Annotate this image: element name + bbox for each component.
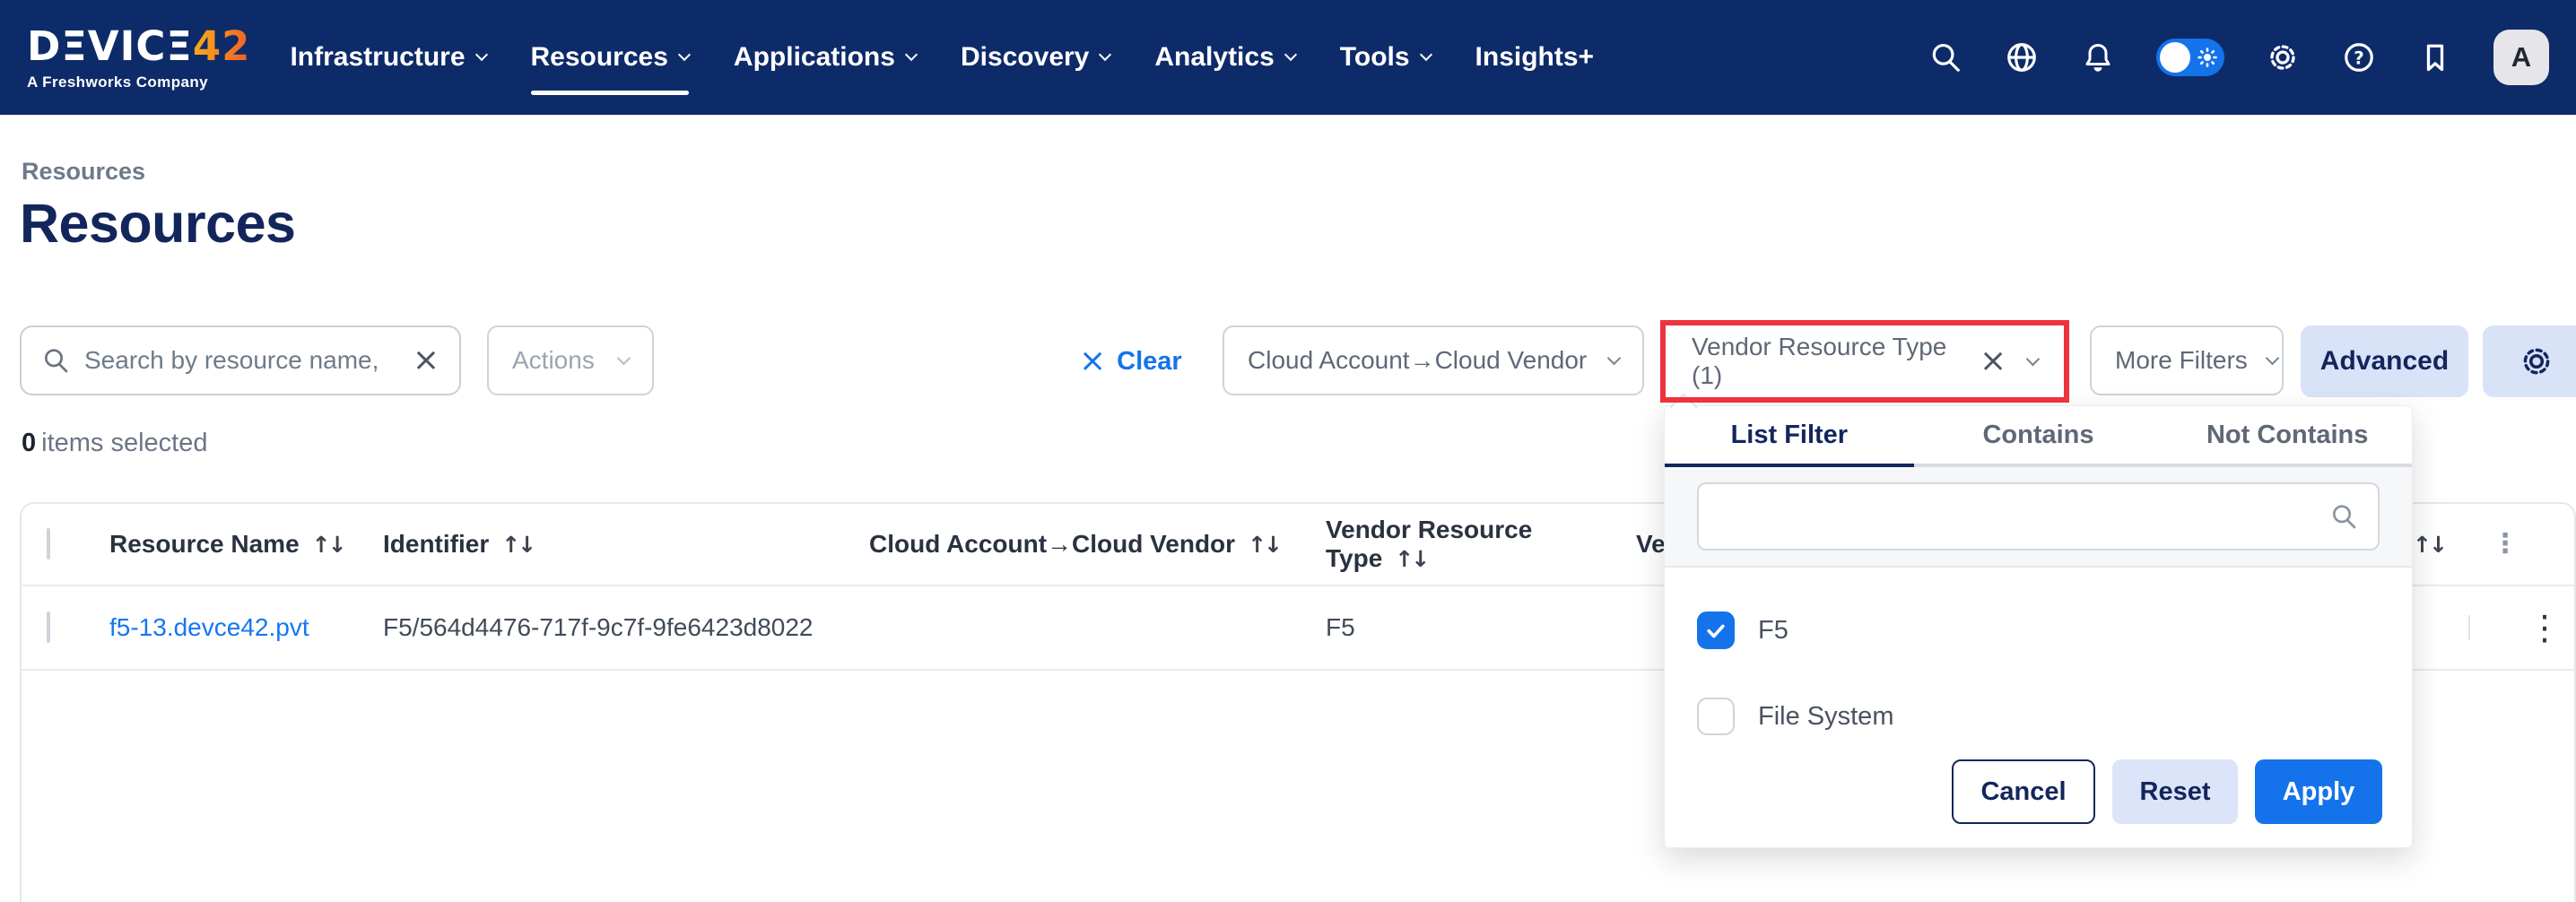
chevron-down-icon [1099, 48, 1111, 60]
sun-icon [2197, 47, 2218, 68]
col-cloud-account-cloud-vendor: Cloud Account→Cloud Vendor [869, 530, 1235, 558]
chevron-down-icon [474, 48, 487, 60]
col-identifier: Identifier [383, 530, 489, 558]
logo-accent-42: 42 [193, 22, 251, 70]
nav-utilities: ? A [1928, 30, 2549, 85]
filter-vendor-resource-type[interactable]: Vendor Resource Type (1) × [1668, 329, 2061, 394]
search-icon [41, 346, 70, 375]
panel-tabs: List Filter Contains Not Contains [1665, 406, 2412, 464]
sort-icon[interactable]: ↑↓ [312, 532, 344, 558]
select-all-checkbox[interactable] [47, 528, 50, 559]
clear-filters-link[interactable]: × Clear [1079, 325, 1182, 397]
logo-text: DΞVICΞ [27, 22, 193, 70]
col-vendor-resource-type: Vendor Resource Type [1326, 516, 1532, 572]
row-checkbox[interactable] [47, 611, 50, 643]
bell-icon[interactable] [2080, 39, 2116, 75]
resource-name-link[interactable]: f5-13.devce42.pvt [109, 613, 309, 641]
nav-item-resources[interactable]: Resources [531, 0, 689, 115]
check-icon [1704, 619, 1727, 642]
filter-option-f5[interactable]: F5 [1697, 587, 2380, 673]
nav-item-discovery[interactable]: Discovery [961, 0, 1110, 115]
apply-button[interactable]: Apply [2255, 759, 2382, 824]
table-settings-button[interactable] [2483, 325, 2576, 397]
search-icon [2329, 502, 2358, 531]
chevron-down-icon [678, 48, 691, 60]
selected-count: 0 [22, 429, 36, 457]
tab-contains[interactable]: Contains [1914, 406, 2163, 464]
advanced-button[interactable]: Advanced [2301, 325, 2468, 397]
sort-icon[interactable]: ↑↓ [1395, 546, 1427, 572]
theme-toggle[interactable] [2156, 39, 2224, 76]
chevron-down-icon [1284, 48, 1297, 60]
breadcrumb[interactable]: Resources [22, 158, 145, 186]
main-content: Resources Resources × Actions × Clear Cl… [0, 115, 2576, 902]
remove-filter-icon[interactable]: × [1980, 345, 2006, 377]
avatar[interactable]: A [2493, 30, 2549, 85]
sort-icon[interactable]: ↑↓ [2413, 532, 2445, 558]
vendor-resource-type-filter-panel: List Filter Contains Not Contains F5 Fil… [1664, 405, 2413, 848]
panel-footer: Cancel Reset Apply [1665, 759, 2412, 847]
device42-logo[interactable]: DΞVICΞ42 A Freshworks Company [27, 26, 250, 90]
bookmark-icon[interactable] [2417, 39, 2453, 75]
actions-dropdown[interactable]: Actions [487, 325, 654, 395]
tab-not-contains[interactable]: Not Contains [2163, 406, 2412, 464]
resource-search-box: × [20, 325, 461, 395]
col-resource-name: Resource Name [109, 530, 300, 558]
top-nav: DΞVICΞ42 A Freshworks Company Infrastruc… [0, 0, 2576, 115]
search-input[interactable] [84, 346, 398, 375]
more-filters-dropdown[interactable]: More Filters [2090, 325, 2284, 395]
checkbox-checked[interactable] [1697, 611, 1735, 649]
panel-search-input[interactable] [1697, 482, 2380, 551]
filter-option-file-system[interactable]: File System [1697, 673, 2380, 759]
nav-item-tools[interactable]: Tools [1340, 0, 1431, 115]
chevron-down-icon [2026, 351, 2040, 365]
column-menu-icon[interactable]: ⋮ [2492, 531, 2519, 558]
chevron-down-icon [905, 48, 918, 60]
cancel-button[interactable]: Cancel [1952, 759, 2095, 824]
panel-search-section [1665, 467, 2412, 568]
filter-cloud-account-cloud-vendor[interactable]: Cloud Account→Cloud Vendor [1223, 325, 1644, 395]
svg-text:?: ? [2354, 48, 2363, 68]
vendor-resource-type-value: F5 [1326, 613, 1355, 641]
logo-subtitle: A Freshworks Company [27, 74, 250, 90]
checkbox-unchecked[interactable] [1697, 698, 1735, 735]
main-menu: Infrastructure Resources Applications Di… [290, 0, 1594, 115]
tab-list-filter[interactable]: List Filter [1665, 406, 1914, 464]
row-menu-icon[interactable]: ⋮ [2528, 611, 2562, 645]
nav-item-applications[interactable]: Applications [734, 0, 916, 115]
help-icon[interactable]: ? [2341, 39, 2377, 75]
chevron-down-icon [2266, 351, 2280, 365]
chevron-down-icon [1419, 48, 1432, 60]
gear-icon[interactable] [2265, 39, 2301, 75]
page-title: Resources [20, 192, 295, 255]
reset-button[interactable]: Reset [2112, 759, 2238, 824]
close-icon: × [1079, 345, 1106, 377]
nav-item-insights[interactable]: Insights+ [1475, 0, 1595, 115]
nav-item-infrastructure[interactable]: Infrastructure [290, 0, 485, 115]
globe-icon[interactable] [2004, 39, 2040, 75]
search-icon[interactable] [1928, 39, 1963, 75]
nav-item-analytics[interactable]: Analytics [1154, 0, 1294, 115]
selection-status: 0items selected [22, 429, 208, 458]
col-truncated: Ve [1636, 530, 1666, 558]
chevron-down-icon [617, 351, 631, 365]
filter-options-list: F5 File System [1665, 568, 2412, 759]
sort-icon[interactable]: ↑↓ [501, 532, 534, 558]
gear-icon [2518, 343, 2555, 380]
toggle-knob [2160, 42, 2190, 73]
clear-search-icon[interactable]: × [413, 344, 439, 377]
chevron-down-icon [1607, 351, 1622, 365]
identifier-value: F5/564d4476-717f-9c7f-9fe6423d8022 [383, 613, 814, 641]
sort-icon[interactable]: ↑↓ [1248, 532, 1280, 558]
